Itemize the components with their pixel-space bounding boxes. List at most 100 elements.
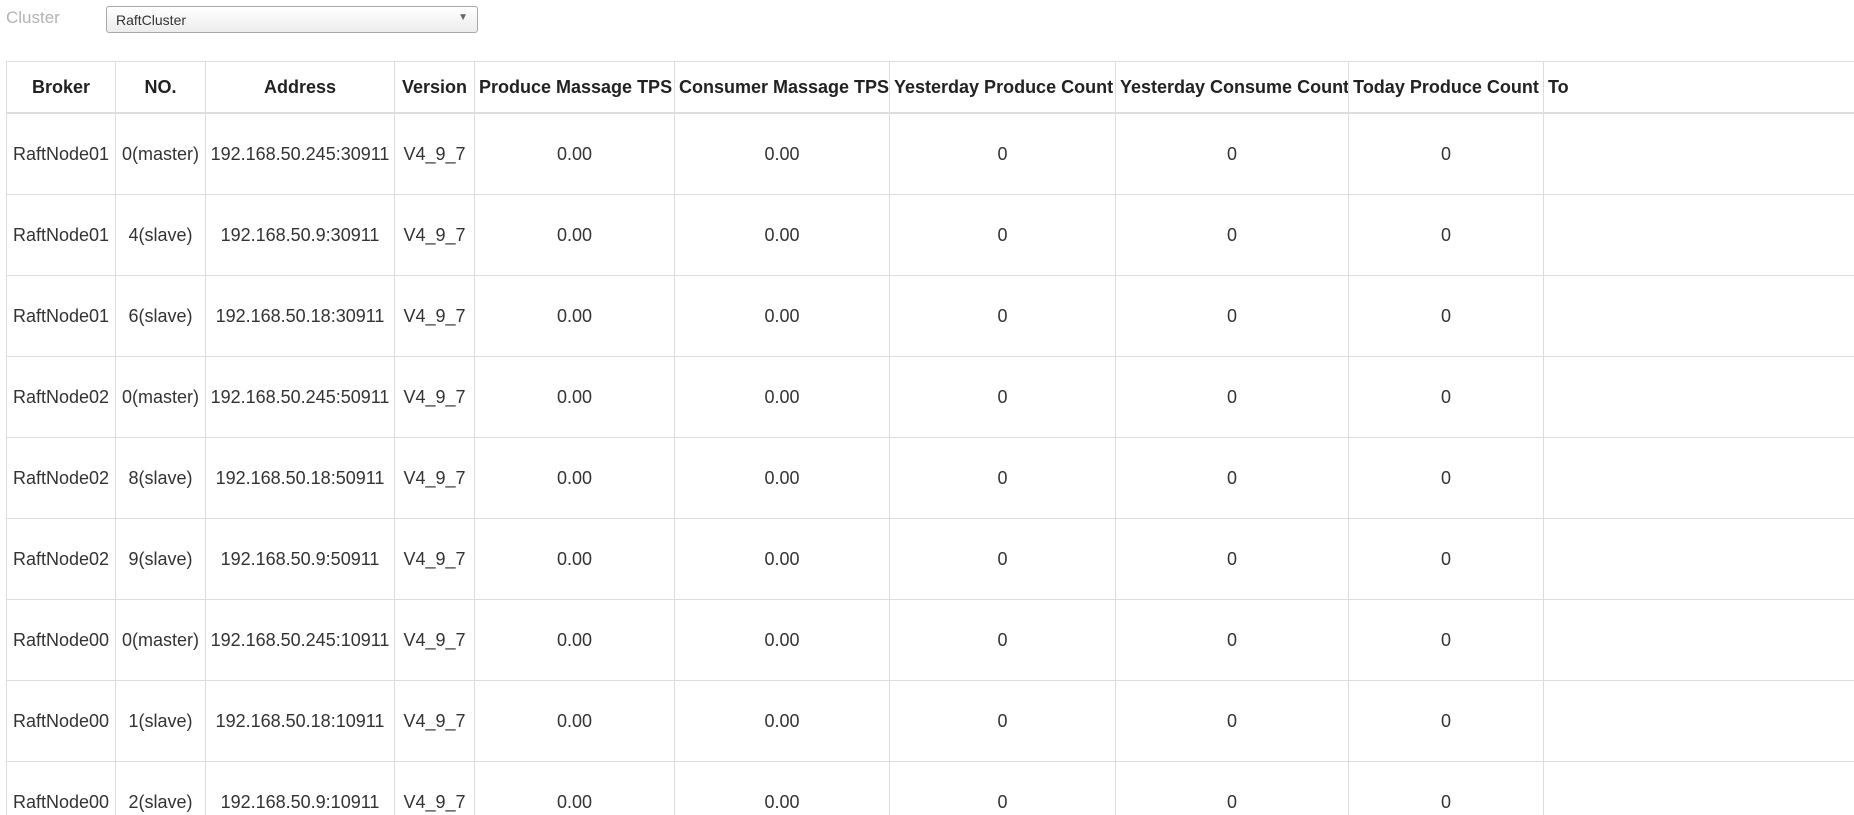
chevron-down-icon: ▼ bbox=[458, 12, 468, 23]
cell-version: V4_9_7 bbox=[394, 761, 475, 815]
cell-consumer-tps: 0.00 bbox=[674, 518, 890, 600]
cell-no: 4(slave) bbox=[115, 194, 206, 276]
broker-table-container: Broker NO. Address Version Produce Massa… bbox=[6, 61, 1854, 815]
cell-no: 0(master) bbox=[115, 599, 206, 681]
column-header-consumer-tps: Consumer Massage TPS bbox=[674, 61, 890, 114]
cell-version: V4_9_7 bbox=[394, 599, 475, 681]
cell-today-consume bbox=[1543, 518, 1854, 600]
table-header-row: Broker NO. Address Version Produce Massa… bbox=[6, 61, 1854, 114]
cell-produce-tps: 0.00 bbox=[474, 275, 675, 357]
cell-produce-tps: 0.00 bbox=[474, 437, 675, 519]
cell-today-consume bbox=[1543, 599, 1854, 681]
cluster-filter-bar: Cluster RaftCluster ▼ bbox=[0, 0, 1854, 44]
cell-broker: RaftNode00 bbox=[6, 761, 116, 815]
column-header-broker: Broker bbox=[6, 61, 116, 114]
cell-address: 192.168.50.9:30911 bbox=[205, 194, 395, 276]
cell-version: V4_9_7 bbox=[394, 356, 475, 438]
cell-produce-tps: 0.00 bbox=[474, 356, 675, 438]
table-row: RaftNode01 4(slave) 192.168.50.9:30911 V… bbox=[6, 194, 1854, 276]
cluster-select[interactable]: RaftCluster ▼ bbox=[106, 6, 478, 33]
cell-yesterday-consume: 0 bbox=[1115, 275, 1349, 357]
cell-yesterday-produce: 0 bbox=[889, 761, 1116, 815]
cell-produce-tps: 0.00 bbox=[474, 599, 675, 681]
cell-consumer-tps: 0.00 bbox=[674, 437, 890, 519]
cell-broker: RaftNode02 bbox=[6, 518, 116, 600]
cell-yesterday-produce: 0 bbox=[889, 356, 1116, 438]
column-header-yesterday-produce: Yesterday Produce Count bbox=[889, 61, 1116, 114]
table-row: RaftNode02 8(slave) 192.168.50.18:50911 … bbox=[6, 437, 1854, 519]
cell-broker: RaftNode01 bbox=[6, 194, 116, 276]
cell-broker: RaftNode01 bbox=[6, 112, 116, 195]
column-header-produce-tps: Produce Massage TPS bbox=[474, 61, 675, 114]
cell-no: 1(slave) bbox=[115, 680, 206, 762]
cell-yesterday-produce: 0 bbox=[889, 112, 1116, 195]
cell-broker: RaftNode00 bbox=[6, 680, 116, 762]
cell-consumer-tps: 0.00 bbox=[674, 194, 890, 276]
cell-today-produce: 0 bbox=[1348, 761, 1544, 815]
cell-address: 192.168.50.9:50911 bbox=[205, 518, 395, 600]
table-row: RaftNode02 9(slave) 192.168.50.9:50911 V… bbox=[6, 518, 1854, 600]
column-header-today-produce: Today Produce Count bbox=[1348, 61, 1544, 114]
cell-consumer-tps: 0.00 bbox=[674, 112, 890, 195]
cell-today-produce: 0 bbox=[1348, 518, 1544, 600]
cell-yesterday-consume: 0 bbox=[1115, 761, 1349, 815]
cell-today-produce: 0 bbox=[1348, 599, 1544, 681]
cell-consumer-tps: 0.00 bbox=[674, 356, 890, 438]
column-header-yesterday-consume: Yesterday Consume Count bbox=[1115, 61, 1349, 114]
cell-today-produce: 0 bbox=[1348, 356, 1544, 438]
cell-version: V4_9_7 bbox=[394, 194, 475, 276]
cell-today-consume bbox=[1543, 194, 1854, 276]
cell-address: 192.168.50.245:10911 bbox=[205, 599, 395, 681]
cell-produce-tps: 0.00 bbox=[474, 680, 675, 762]
cell-no: 0(master) bbox=[115, 356, 206, 438]
cell-consumer-tps: 0.00 bbox=[674, 680, 890, 762]
cell-today-produce: 0 bbox=[1348, 112, 1544, 195]
cell-consumer-tps: 0.00 bbox=[674, 599, 890, 681]
column-header-no: NO. bbox=[115, 61, 206, 114]
cell-address: 192.168.50.18:50911 bbox=[205, 437, 395, 519]
cell-yesterday-consume: 0 bbox=[1115, 680, 1349, 762]
cell-version: V4_9_7 bbox=[394, 112, 475, 195]
cell-yesterday-consume: 0 bbox=[1115, 599, 1349, 681]
table-row: RaftNode01 0(master) 192.168.50.245:3091… bbox=[6, 112, 1854, 195]
cell-yesterday-produce: 0 bbox=[889, 680, 1116, 762]
cell-today-produce: 0 bbox=[1348, 437, 1544, 519]
cell-today-produce: 0 bbox=[1348, 194, 1544, 276]
cell-address: 192.168.50.18:10911 bbox=[205, 680, 395, 762]
table-row: RaftNode01 6(slave) 192.168.50.18:30911 … bbox=[6, 275, 1854, 357]
cell-no: 0(master) bbox=[115, 112, 206, 195]
cluster-label: Cluster bbox=[6, 8, 60, 27]
cell-no: 9(slave) bbox=[115, 518, 206, 600]
cell-today-produce: 0 bbox=[1348, 680, 1544, 762]
cell-no: 8(slave) bbox=[115, 437, 206, 519]
cell-no: 6(slave) bbox=[115, 275, 206, 357]
cell-address: 192.168.50.245:30911 bbox=[205, 112, 395, 195]
cell-version: V4_9_7 bbox=[394, 680, 475, 762]
cell-address: 192.168.50.9:10911 bbox=[205, 761, 395, 815]
cell-broker: RaftNode00 bbox=[6, 599, 116, 681]
cluster-select-value: RaftCluster bbox=[116, 12, 187, 28]
cell-today-consume bbox=[1543, 761, 1854, 815]
cell-yesterday-produce: 0 bbox=[889, 518, 1116, 600]
broker-table: Broker NO. Address Version Produce Massa… bbox=[6, 61, 1854, 815]
table-row: RaftNode02 0(master) 192.168.50.245:5091… bbox=[6, 356, 1854, 438]
cell-today-produce: 0 bbox=[1348, 275, 1544, 357]
column-header-today-consume: To bbox=[1543, 61, 1854, 114]
cell-produce-tps: 0.00 bbox=[474, 761, 675, 815]
cell-produce-tps: 0.00 bbox=[474, 112, 675, 195]
cell-broker: RaftNode02 bbox=[6, 356, 116, 438]
cell-today-consume bbox=[1543, 112, 1854, 195]
cell-address: 192.168.50.245:50911 bbox=[205, 356, 395, 438]
cell-yesterday-consume: 0 bbox=[1115, 437, 1349, 519]
cell-consumer-tps: 0.00 bbox=[674, 275, 890, 357]
table-row: RaftNode00 0(master) 192.168.50.245:1091… bbox=[6, 599, 1854, 681]
cell-today-consume bbox=[1543, 680, 1854, 762]
cell-version: V4_9_7 bbox=[394, 275, 475, 357]
cell-yesterday-consume: 0 bbox=[1115, 194, 1349, 276]
column-header-version: Version bbox=[394, 61, 475, 114]
table-row: RaftNode00 2(slave) 192.168.50.9:10911 V… bbox=[6, 761, 1854, 815]
cell-today-consume bbox=[1543, 437, 1854, 519]
cell-yesterday-produce: 0 bbox=[889, 437, 1116, 519]
cell-version: V4_9_7 bbox=[394, 437, 475, 519]
cell-consumer-tps: 0.00 bbox=[674, 761, 890, 815]
